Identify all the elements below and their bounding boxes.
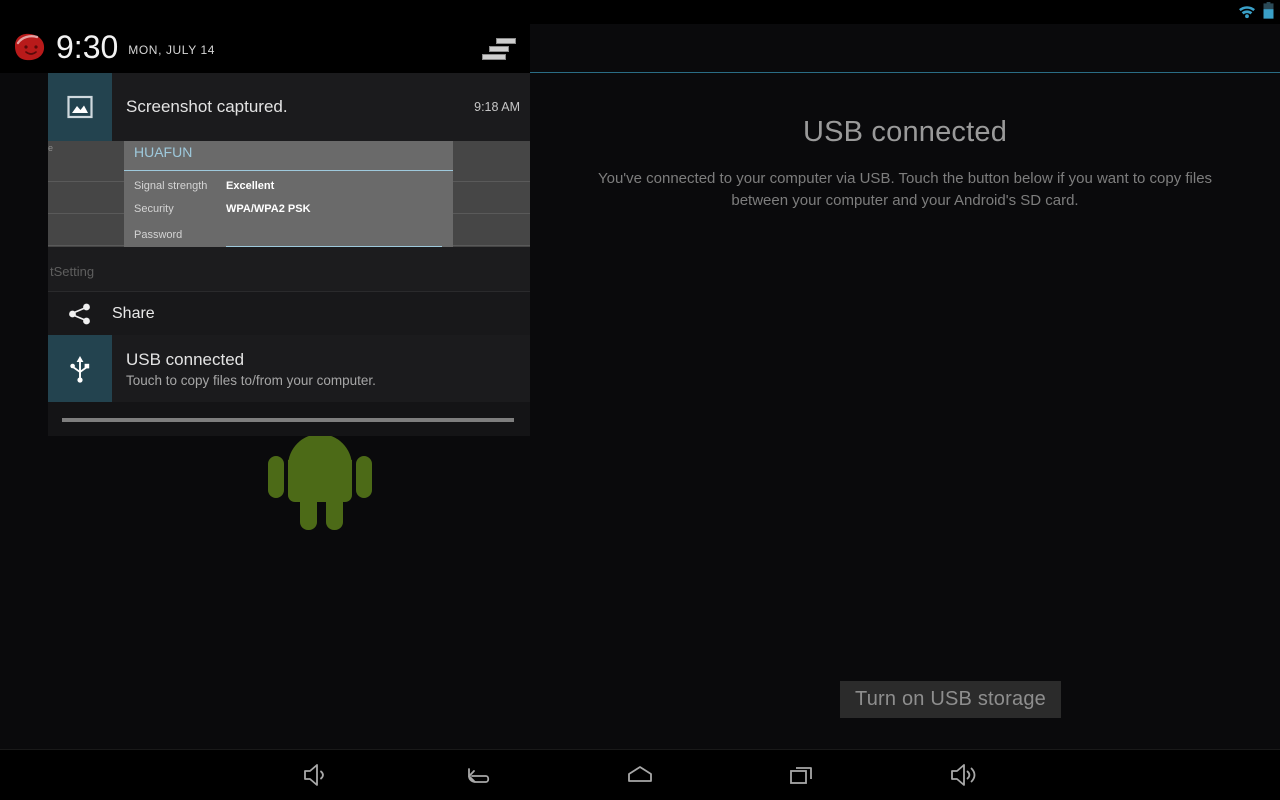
recents-button[interactable] (721, 750, 883, 800)
notification-screenshot-text: Screenshot captured. 9:18 AM (112, 73, 530, 141)
preview-background-label-bottom: tSetting (50, 264, 95, 279)
status-bar (0, 0, 1280, 24)
shade-handle-area[interactable] (48, 402, 530, 436)
preview-background-label-top: e (48, 143, 54, 153)
home-icon (628, 766, 652, 782)
volume-up-button[interactable] (883, 750, 1045, 800)
password-label: Password (134, 229, 183, 241)
home-button[interactable] (559, 750, 721, 800)
security-value: WPA/WPA2 PSK (226, 203, 311, 215)
share-icon (48, 303, 112, 325)
notification-screenshot[interactable]: Screenshot captured. 9:18 AM e HUAFUN Si… (48, 73, 530, 336)
signal-strength-label: Signal strength (134, 180, 208, 192)
android-screen: USB connected You've connected to your c… (0, 0, 1280, 800)
screenshot-preview-image[interactable]: e HUAFUN Signal strength Excellent Secur… (48, 141, 530, 291)
back-button[interactable] (397, 750, 559, 800)
image-icon (48, 73, 112, 141)
shade-header: 9:30 MON, JULY 14 (0, 20, 530, 73)
back-arrow-icon (468, 768, 490, 783)
wifi-network-name: HUAFUN (134, 144, 193, 160)
shade-drag-handle[interactable] (62, 418, 514, 422)
status-bar-icons (1237, 2, 1274, 19)
notification-usb-text: USB connected Touch to copy files to/fro… (112, 335, 530, 402)
notification-screenshot-header[interactable]: Screenshot captured. 9:18 AM (48, 73, 530, 142)
share-action-button[interactable]: Share (48, 291, 530, 336)
notification-title: USB connected (126, 349, 245, 369)
clock-date: MON, JULY 14 (128, 42, 216, 57)
quick-settings-icon[interactable] (482, 36, 516, 60)
notification-time: 9:18 AM (474, 100, 520, 114)
clock-time: 9:30 (56, 28, 119, 65)
volume-down-icon (304, 764, 324, 786)
navigation-bar (0, 749, 1280, 800)
notification-shade[interactable]: 9:30 MON, JULY 14 Screenshot captured. 9… (0, 0, 530, 436)
volume-up-icon (951, 764, 976, 786)
page-description: You've connected to your computer via US… (597, 170, 1213, 209)
signal-strength-value: Excellent (226, 180, 275, 192)
volume-down-button[interactable] (235, 750, 397, 800)
notification-title: Screenshot captured. (126, 97, 288, 116)
notification-list: Screenshot captured. 9:18 AM e HUAFUN Si… (48, 73, 530, 436)
notification-subtitle: Touch to copy files to/from your compute… (126, 372, 376, 388)
page-title: USB connected (802, 116, 1008, 148)
wifi-icon (1239, 5, 1255, 18)
battery-icon (1263, 2, 1274, 19)
security-label: Security (134, 203, 174, 215)
recent-apps-icon (790, 767, 812, 784)
turn-on-usb-storage-button[interactable]: Turn on USB storage (840, 681, 1061, 718)
android-robot-icon (268, 434, 372, 534)
notification-usb[interactable]: USB connected Touch to copy files to/fro… (48, 335, 530, 403)
share-label: Share (112, 305, 155, 322)
usb-icon (48, 335, 112, 402)
usb-message-block: USB connected You've connected to your c… (530, 24, 1280, 750)
user-avatar-icon[interactable] (12, 32, 48, 62)
